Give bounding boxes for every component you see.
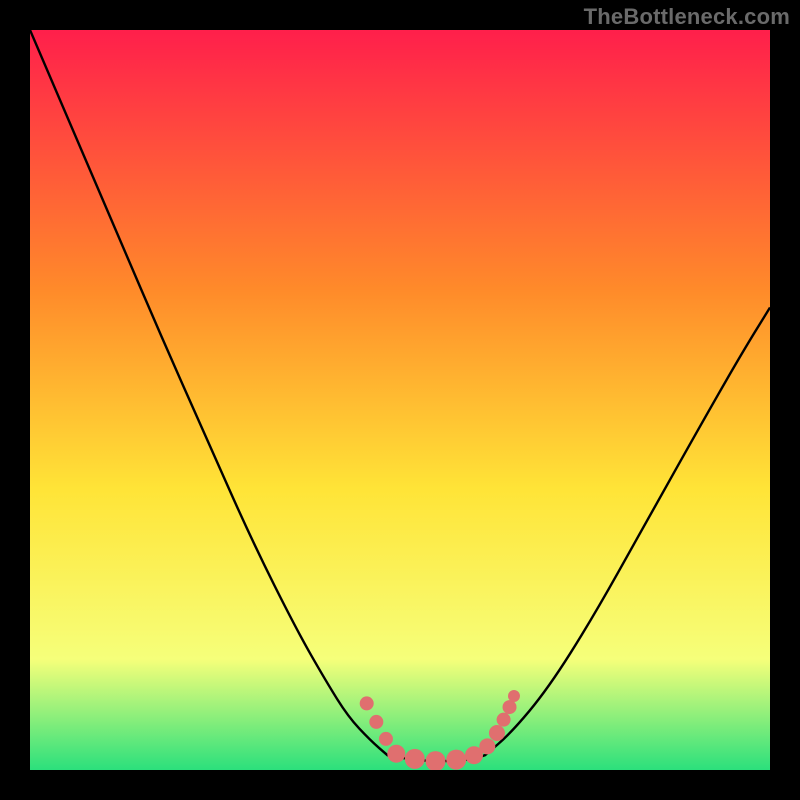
valley-marker [446,750,466,770]
valley-marker [387,745,405,763]
valley-marker [497,713,511,727]
chart-svg [30,30,770,770]
valley-marker [379,732,393,746]
valley-marker [479,738,495,754]
attribution-label: TheBottleneck.com [584,4,790,30]
valley-marker [369,715,383,729]
valley-marker [489,725,505,741]
valley-marker [360,696,374,710]
valley-marker [503,700,517,714]
chart-frame: TheBottleneck.com [0,0,800,800]
gradient-background [30,30,770,770]
valley-marker [405,749,425,769]
plot-area [30,30,770,770]
valley-marker [508,690,520,702]
